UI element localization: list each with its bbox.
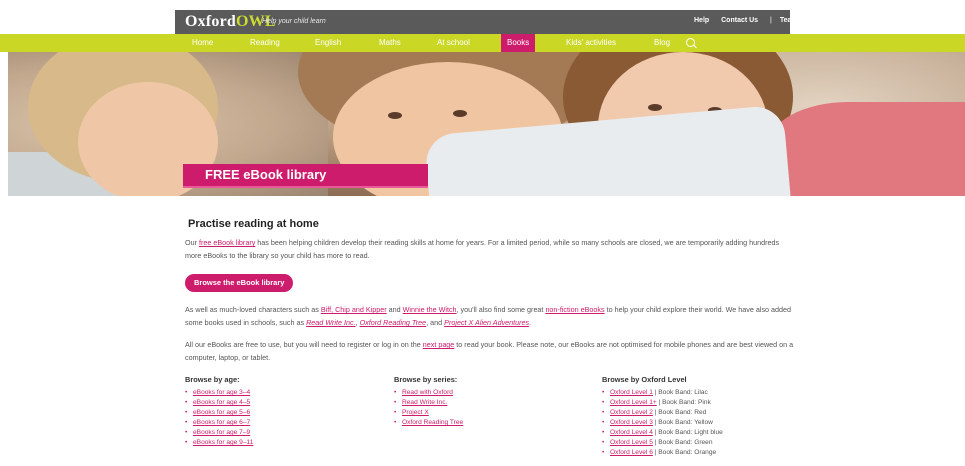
book-band: | Book Band: Lilac <box>652 389 708 396</box>
nav-item-books[interactable]: Books <box>501 34 536 52</box>
nav-item-maths[interactable]: Maths <box>379 34 401 52</box>
list-item: Oxford Level 4 | Book Band: Light blue <box>602 428 723 438</box>
list-item: Project X <box>394 408 463 418</box>
help-link[interactable]: Help <box>694 17 709 24</box>
browse-by-age-title: Browse by age: <box>185 375 240 384</box>
level-link[interactable]: Oxford Level 6 <box>610 449 653 456</box>
list-item: Oxford Level 5 | Book Band: Green <box>602 438 723 448</box>
book-band: | Book Band: Orange <box>652 449 717 456</box>
browse-by-level-title: Browse by Oxford Level <box>602 375 687 384</box>
list-item: Oxford Level 1 | Book Band: Lilac <box>602 388 723 398</box>
level-link[interactable]: Oxford Level 2 <box>610 409 653 416</box>
teachers-link[interactable]: Teachers <box>780 17 810 24</box>
level-link[interactable]: Oxford Level 5 <box>610 439 653 446</box>
list-item: Oxford Level 2 | Book Band: Red <box>602 408 723 418</box>
book-band: | Book Band: Red <box>652 409 707 416</box>
hero-title: FREE eBook library <box>205 167 327 182</box>
level-list: Oxford Level 1 | Book Band: Lilac Oxford… <box>602 388 723 458</box>
search-icon[interactable] <box>686 38 695 47</box>
list-item: eBooks for age 3–4 <box>185 388 253 398</box>
age-link[interactable]: eBooks for age 6–7 <box>193 419 250 426</box>
series-list: Read with Oxford Read Write Inc. Project… <box>394 388 463 428</box>
list-item: Oxford Level 6 | Book Band: Orange <box>602 448 723 458</box>
list-item: eBooks for age 9–11 <box>185 438 253 448</box>
series-link[interactable]: Read Write Inc. <box>402 399 447 406</box>
list-item: Read with Oxford <box>394 388 463 398</box>
free-notice-paragraph: All our eBooks are free to use, but you … <box>185 340 794 362</box>
level-link[interactable]: Oxford Level 3 <box>610 419 653 426</box>
level-link[interactable]: Oxford Level 1+ <box>610 399 657 406</box>
winnie-the-witch-link[interactable]: Winnie the Witch <box>403 305 457 314</box>
nav-item-reading[interactable]: Reading <box>250 34 280 52</box>
contact-us-link[interactable]: Contact Us <box>721 17 758 24</box>
logo-text-oxford: Oxford <box>185 13 236 30</box>
top-header: OxfordOWL Help your child learn Help Con… <box>0 0 965 34</box>
characters-paragraph: As well as much-loved characters such as… <box>185 305 792 327</box>
browse-by-series: Browse by series: Read with Oxford Read … <box>394 375 463 428</box>
page-title: Practise reading at home <box>188 218 319 230</box>
read-write-inc-link[interactable]: Read Write Inc. <box>306 318 356 327</box>
age-list: eBooks for age 3–4 eBooks for age 4–5 eB… <box>185 388 253 448</box>
list-item: eBooks for age 7–9 <box>185 428 253 438</box>
level-link[interactable]: Oxford Level 1 <box>610 389 653 396</box>
age-link[interactable]: eBooks for age 4–5 <box>193 399 250 406</box>
list-item: eBooks for age 5–6 <box>185 408 253 418</box>
nav-item-kids-activities[interactable]: Kids' activities <box>566 34 616 52</box>
age-link[interactable]: eBooks for age 9–11 <box>193 439 253 446</box>
series-link[interactable]: Project X <box>402 409 429 416</box>
next-page-link[interactable]: next page <box>423 340 455 349</box>
level-link[interactable]: Oxford Level 4 <box>610 429 653 436</box>
main-nav: Home Reading English Maths At school Boo… <box>0 34 965 52</box>
oxford-reading-tree-link[interactable]: Oxford Reading Tree <box>360 318 427 327</box>
book-band: | Book Band: Yellow <box>652 419 713 426</box>
non-fiction-ebooks-link[interactable]: non-fiction eBooks <box>545 305 604 314</box>
age-link[interactable]: eBooks for age 3–4 <box>193 389 250 396</box>
nav-item-at-school[interactable]: At school <box>437 34 470 52</box>
hero-image: FREE eBook library <box>8 52 965 196</box>
project-x-alien-adventures-link[interactable]: Project X Alien Adventures <box>444 318 529 327</box>
nav-item-english[interactable]: English <box>315 34 341 52</box>
intro-paragraph: Our free eBook library has been helping … <box>185 238 780 260</box>
book-band: | Book Band: Light blue <box>652 429 723 436</box>
list-item: Oxford Level 3 | Book Band: Yellow <box>602 418 723 428</box>
nav-item-blog[interactable]: Blog <box>654 34 670 52</box>
list-item: Oxford Reading Tree <box>394 418 463 428</box>
list-item: Oxford Level 1+ | Book Band: Pink <box>602 398 723 408</box>
free-ebook-library-link[interactable]: free eBook library <box>199 238 255 247</box>
browse-by-level: Browse by Oxford Level Oxford Level 1 | … <box>602 375 723 458</box>
age-link[interactable]: eBooks for age 7–9 <box>193 429 250 436</box>
biff-chip-kipper-link[interactable]: Biff, Chip and Kipper <box>321 305 387 314</box>
age-link[interactable]: eBooks for age 5–6 <box>193 409 250 416</box>
list-item: eBooks for age 4–5 <box>185 398 253 408</box>
list-item: Read Write Inc. <box>394 398 463 408</box>
nav-item-home[interactable]: Home <box>192 34 213 52</box>
browse-ebook-library-button[interactable]: Browse the eBook library <box>185 274 294 292</box>
browse-by-series-title: Browse by series: <box>394 375 458 384</box>
utility-links: Help Contact Us | Teachers <box>694 17 820 24</box>
list-item: eBooks for age 6–7 <box>185 418 253 428</box>
book-band: | Book Band: Pink <box>656 399 711 406</box>
book-band: | Book Band: Green <box>652 439 713 446</box>
link-separator: | <box>770 17 772 24</box>
tagline: Help your child learn <box>262 18 326 25</box>
browse-by-age: Browse by age: eBooks for age 3–4 eBooks… <box>185 375 253 448</box>
series-link[interactable]: Read with Oxford <box>402 389 453 396</box>
series-link[interactable]: Oxford Reading Tree <box>402 419 463 426</box>
hero-banner: FREE eBook library <box>183 164 428 186</box>
